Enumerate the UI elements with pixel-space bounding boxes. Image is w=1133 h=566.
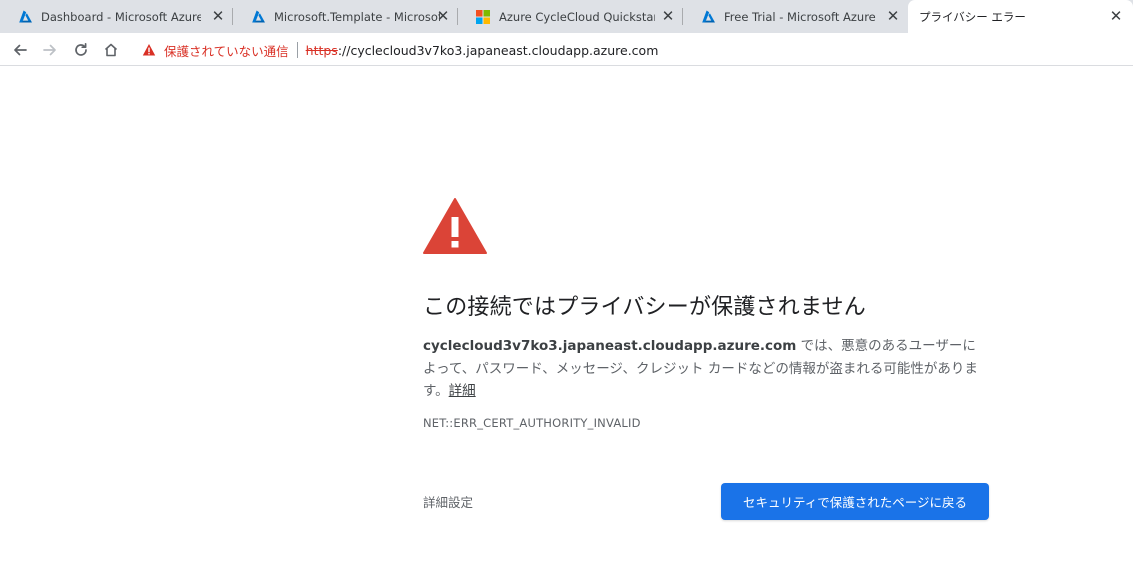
- azure-logo-icon: [252, 10, 265, 22]
- back-to-safety-button[interactable]: セキュリティで保護されたページに戻る: [721, 483, 989, 520]
- arrow-right-icon: [43, 44, 56, 56]
- error-explanation: cyclecloud3v7ko3.japaneast.cloudapp.azur…: [423, 335, 989, 403]
- warning-icon: [142, 44, 156, 56]
- home-button[interactable]: [99, 38, 123, 62]
- tab-title: Azure CycleCloud Quickstart - Inst: [499, 9, 655, 24]
- tab-privacy-error[interactable]: プライバシー エラー ✕: [908, 0, 1133, 33]
- url-scheme: https: [305, 42, 338, 58]
- home-icon: [104, 43, 118, 57]
- security-status-label[interactable]: 保護されていない通信: [164, 41, 289, 60]
- tab-free-trial[interactable]: Free Trial - Microsoft Azure ✕: [683, 0, 908, 33]
- tab-title: Free Trial - Microsoft Azure: [724, 9, 876, 24]
- forward-button[interactable]: [38, 38, 62, 62]
- advanced-button[interactable]: 詳細設定: [423, 492, 473, 511]
- tab-cyclecloud-quickstart[interactable]: Azure CycleCloud Quickstart - Inst ✕: [458, 0, 683, 33]
- close-icon[interactable]: ✕: [886, 9, 900, 24]
- arrow-left-icon: [14, 44, 27, 56]
- azure-logo-icon: [702, 10, 715, 22]
- reload-button[interactable]: [69, 38, 93, 62]
- azure-logo-icon: [19, 10, 32, 22]
- back-button[interactable]: [8, 38, 32, 62]
- error-code: NET::ERR_CERT_AUTHORITY_INVALID: [423, 416, 641, 430]
- browser-toolbar: 保護されていない通信 https://cyclecloud3v7ko3.japa…: [0, 33, 1133, 66]
- microsoft-logo-icon: [476, 9, 490, 24]
- tab-dashboard[interactable]: Dashboard - Microsoft Azure ✕: [0, 0, 233, 33]
- address-bar[interactable]: 保護されていない通信 https://cyclecloud3v7ko3.japa…: [132, 37, 1127, 63]
- hostname: cyclecloud3v7ko3.japaneast.cloudapp.azur…: [423, 338, 797, 354]
- close-icon[interactable]: ✕: [211, 9, 225, 24]
- page-title: この接続ではプライバシーが保護されません: [423, 295, 866, 320]
- details-link[interactable]: 詳細: [449, 383, 476, 399]
- close-icon[interactable]: ✕: [436, 9, 450, 24]
- url-host: ://cyclecloud3v7ko3.japaneast.cloudapp.a…: [337, 42, 659, 58]
- close-icon[interactable]: ✕: [661, 9, 675, 24]
- reload-icon: [75, 42, 87, 56]
- address-separator: [296, 42, 298, 58]
- tab-title: Microsoft.Template - Microsoft Azure: [274, 9, 440, 24]
- privacy-error-page: この接続ではプライバシーが保護されません cyclecloud3v7ko3.ja…: [0, 67, 1133, 566]
- tab-title: プライバシー エラー: [919, 9, 1026, 24]
- tab-strip: Dashboard - Microsoft Azure ✕ Microsoft.…: [0, 0, 1133, 33]
- tab-title: Dashboard - Microsoft Azure: [41, 9, 201, 24]
- warning-triangle-icon: [423, 198, 487, 254]
- tab-microsoft-template[interactable]: Microsoft.Template - Microsoft Azure ✕: [233, 0, 458, 33]
- url-text[interactable]: https://cyclecloud3v7ko3.japaneast.cloud…: [306, 43, 659, 58]
- close-icon[interactable]: ✕: [1109, 9, 1123, 24]
